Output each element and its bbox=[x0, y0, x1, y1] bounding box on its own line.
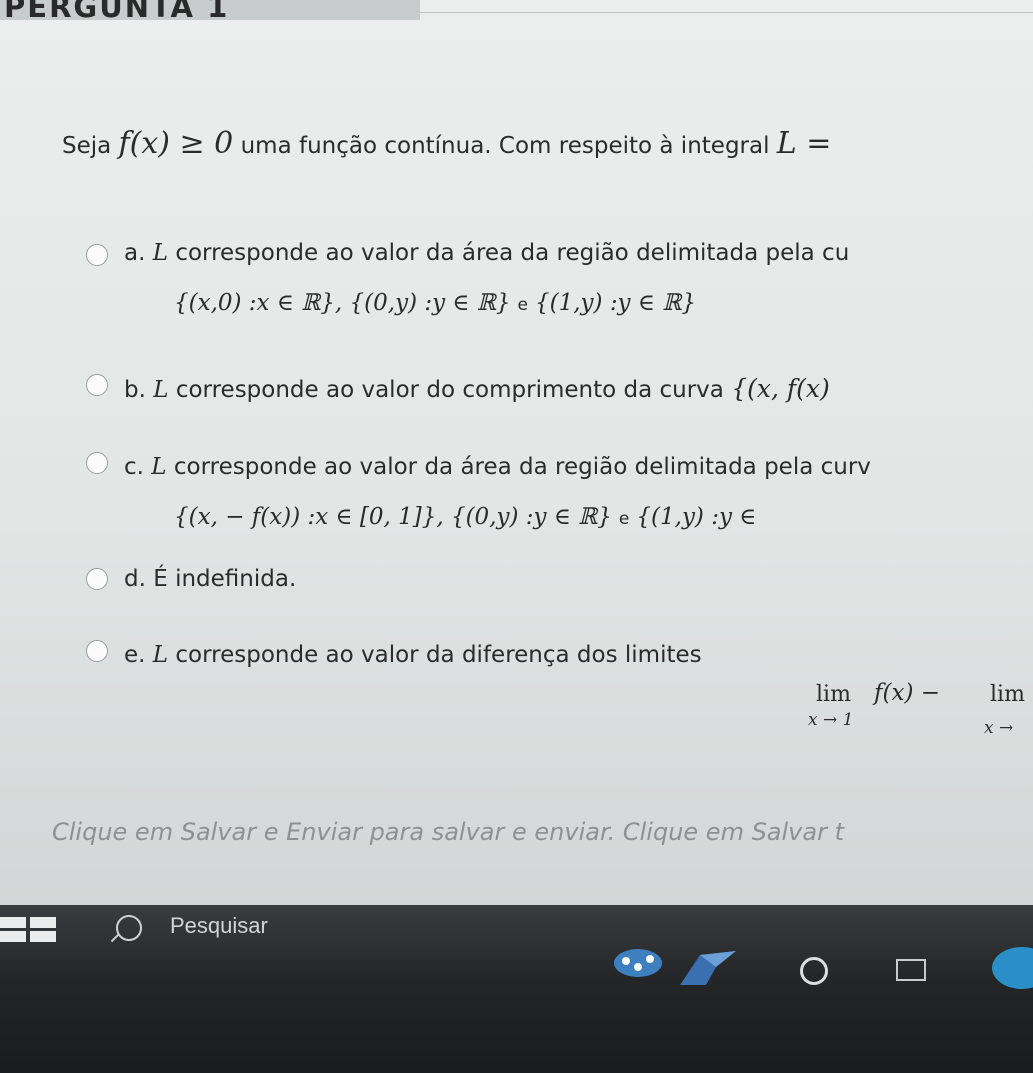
taskbar-search[interactable]: Pesquisar bbox=[96, 905, 536, 953]
option-b-radio[interactable] bbox=[86, 374, 108, 396]
option-d-letter: d. bbox=[124, 566, 146, 592]
option-c-set-1: {(x, − f(x)) :x ∈ [0, 1]}, {(0,y) :y ∈ ℝ… bbox=[174, 504, 612, 530]
option-b-math-L: L bbox=[153, 377, 169, 403]
stem-prefix: Seja bbox=[62, 133, 112, 159]
windows-taskbar: Pesquisar bbox=[0, 905, 1033, 1073]
option-d-text: d. É indefinida. bbox=[124, 566, 296, 592]
option-a-sets: {(x,0) :x ∈ ℝ}, {(0,y) :y ∈ ℝ} e {(1,y) … bbox=[174, 290, 696, 316]
option-a-radio[interactable] bbox=[86, 244, 108, 266]
option-b-curve: {(x, f(x) bbox=[731, 374, 830, 403]
option-e-math-L: L bbox=[152, 642, 169, 668]
stem-text: uma função contínua. Com respeito à inte… bbox=[240, 133, 770, 159]
submit-instruction: Clique em Salvar e Enviar para salvar e … bbox=[52, 818, 844, 846]
cortana-icon[interactable] bbox=[800, 957, 828, 985]
option-e-label: corresponde ao valor da diferença dos li… bbox=[175, 642, 702, 668]
stem-math-L: L = bbox=[776, 126, 832, 161]
option-a-conj: e bbox=[517, 295, 528, 315]
question-header: PERGUNTA 1 bbox=[4, 0, 230, 24]
option-e-letter: e. bbox=[124, 642, 146, 668]
option-d-label: É indefinida. bbox=[153, 566, 297, 592]
option-b-text: b. L corresponde ao valor do comprimento… bbox=[124, 374, 830, 403]
option-a-set-2: {(1,y) :y ∈ ℝ} bbox=[534, 290, 696, 316]
option-d-radio[interactable] bbox=[86, 568, 108, 590]
question-stem: Seja f(x) ≥ 0 uma função contínua. Com r… bbox=[62, 126, 1033, 161]
option-a-set-1: {(x,0) :x ∈ ℝ}, {(0,y) :y ∈ ℝ} bbox=[174, 290, 511, 316]
task-view-icon[interactable] bbox=[896, 959, 926, 981]
option-e-lim-expr: f(x) − bbox=[874, 680, 941, 706]
option-e-lim-1: lim bbox=[816, 682, 851, 707]
question-page: PERGUNTA 1 Seja f(x) ≥ 0 uma função cont… bbox=[0, 0, 1033, 905]
option-a-math-L: L bbox=[152, 240, 168, 266]
option-b-label: corresponde ao valor do comprimento da c… bbox=[175, 377, 724, 403]
pinned-app-icon[interactable] bbox=[612, 943, 664, 983]
option-c-set-2: {(1,y) :y ∈ bbox=[636, 504, 757, 530]
option-c-conj: e bbox=[618, 509, 630, 529]
option-e-radio[interactable] bbox=[86, 640, 108, 662]
pinned-app-2-icon[interactable] bbox=[676, 947, 740, 987]
option-e-lim-1-sub: x → 1 bbox=[808, 710, 854, 730]
option-e-text: e. L corresponde ao valor da diferença d… bbox=[124, 642, 702, 668]
option-a-text: a. L corresponde ao valor da área da reg… bbox=[124, 240, 849, 266]
option-c-label: corresponde ao valor da área da região d… bbox=[173, 454, 871, 480]
option-a-label: corresponde ao valor da área da região d… bbox=[175, 240, 850, 266]
windows-start-icon[interactable] bbox=[0, 917, 58, 943]
option-c-letter: c. bbox=[124, 454, 144, 480]
stem-math-f: f(x) ≥ 0 bbox=[118, 126, 234, 161]
option-c-sets: {(x, − f(x)) :x ∈ [0, 1]}, {(0,y) :y ∈ ℝ… bbox=[174, 504, 756, 530]
option-e-lim-2-sub: x → bbox=[984, 718, 1014, 738]
option-b-letter: b. bbox=[124, 377, 146, 403]
browser-icon[interactable] bbox=[992, 947, 1033, 989]
option-c-radio[interactable] bbox=[86, 452, 108, 474]
option-a-letter: a. bbox=[124, 240, 146, 266]
option-e-lim-2: lim bbox=[990, 682, 1025, 707]
search-icon bbox=[116, 915, 142, 941]
search-placeholder: Pesquisar bbox=[170, 913, 268, 938]
option-c-math-L: L bbox=[151, 454, 167, 480]
option-c-text: c. L corresponde ao valor da área da reg… bbox=[124, 454, 871, 480]
header-divider bbox=[420, 12, 1033, 13]
